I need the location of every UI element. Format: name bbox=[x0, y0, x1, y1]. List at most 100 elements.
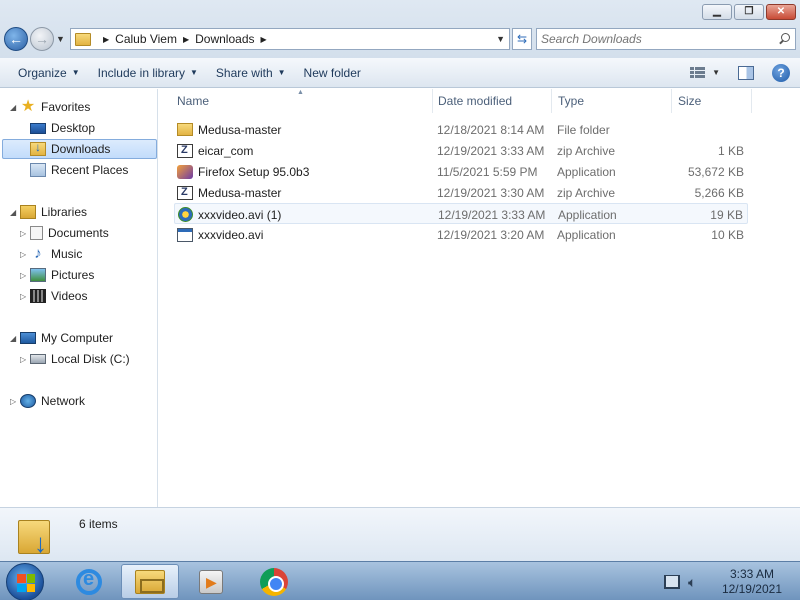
start-button[interactable] bbox=[6, 563, 44, 600]
file-row[interactable]: Medusa-master 12/18/2021 8:14 AM File fo… bbox=[174, 119, 748, 140]
sidebar-item-music[interactable]: ▷ ♪ Music bbox=[20, 244, 82, 264]
help-icon[interactable]: ? bbox=[772, 63, 790, 82]
file-row[interactable]: Firefox Setup 95.0b3 11/5/2021 5:59 PM A… bbox=[174, 161, 748, 182]
address-bar[interactable]: ▶ Calub Viem ▶ Downloads ▶ ▼ bbox=[70, 28, 510, 50]
breadcrumb-chevron-icon[interactable]: ▶ bbox=[183, 35, 189, 44]
file-row[interactable]: xxxvideo.avi (1) 12/19/2021 3:33 AM Appl… bbox=[174, 203, 748, 224]
clock-date: 12/19/2021 bbox=[721, 581, 782, 596]
refresh-icon: ⇆ bbox=[516, 32, 528, 46]
forward-button[interactable]: → bbox=[30, 27, 54, 51]
organize-menu[interactable]: Organize ▼ bbox=[9, 61, 89, 85]
pictures-icon bbox=[30, 268, 46, 282]
collapse-triangle-icon[interactable]: ◢ bbox=[10, 208, 20, 217]
sidebar-item-videos[interactable]: ▷ Videos bbox=[20, 286, 87, 306]
firefox-installer-icon bbox=[177, 164, 193, 179]
sidebar-item-documents[interactable]: ▷ Documents bbox=[20, 223, 109, 243]
search-input[interactable] bbox=[541, 32, 779, 46]
column-header-name[interactable]: Name bbox=[171, 89, 433, 113]
file-row[interactable]: eicar_com 12/19/2021 3:33 AM zip Archive… bbox=[174, 140, 748, 161]
column-header-size[interactable]: Size bbox=[672, 89, 752, 113]
file-date: 12/18/2021 8:14 AM bbox=[437, 122, 545, 137]
share-with-label: Share with bbox=[215, 65, 273, 80]
column-header-type[interactable]: Type bbox=[552, 89, 672, 113]
file-size: 10 KB bbox=[711, 227, 744, 242]
expand-triangle-icon[interactable]: ▷ bbox=[20, 355, 30, 364]
taskbar-windows-explorer[interactable] bbox=[121, 564, 179, 599]
column-header-date-modified[interactable]: Date modified bbox=[432, 89, 552, 113]
sidebar-item-desktop[interactable]: Desktop bbox=[30, 118, 95, 138]
sidebar-group-label: Network bbox=[41, 394, 86, 408]
view-options-dropdown[interactable]: ▼ bbox=[712, 68, 720, 77]
file-name-cell[interactable]: xxxvideo.avi bbox=[177, 224, 263, 245]
expand-triangle-icon[interactable]: ▷ bbox=[20, 250, 30, 259]
file-name-cell[interactable]: xxxvideo.avi (1) bbox=[178, 204, 281, 225]
sidebar-group-computer[interactable]: ◢ My Computer bbox=[10, 328, 113, 348]
maximize-button[interactable]: ❐ bbox=[734, 4, 764, 20]
change-view-icon[interactable] bbox=[690, 66, 706, 79]
forward-arrow-icon: → bbox=[35, 31, 49, 47]
chevron-down-icon: ▼ bbox=[277, 68, 286, 77]
hard-drive-icon bbox=[30, 354, 46, 364]
taskbar-media-player[interactable] bbox=[182, 564, 240, 599]
sidebar-group-label: My Computer bbox=[41, 331, 114, 345]
taskbar-internet-explorer[interactable] bbox=[60, 564, 118, 599]
volume-icon[interactable]: 🔈︎ bbox=[688, 575, 704, 589]
refresh-button[interactable]: ⇆ bbox=[512, 28, 532, 50]
collapse-triangle-icon[interactable]: ◢ bbox=[10, 334, 20, 343]
file-date: 12/19/2021 3:33 AM bbox=[438, 207, 546, 222]
zip-icon bbox=[177, 143, 193, 158]
preview-pane-icon[interactable] bbox=[738, 65, 754, 80]
sidebar-item-local-disk[interactable]: ▷ Local Disk (C:) bbox=[20, 349, 130, 369]
file-row[interactable]: xxxvideo.avi 12/19/2021 3:20 AM Applicat… bbox=[174, 224, 748, 245]
column-header-label: Type bbox=[558, 94, 585, 108]
taskbar-chrome[interactable] bbox=[245, 564, 303, 599]
column-header-label: Size bbox=[678, 94, 702, 108]
desktop-icon bbox=[30, 122, 46, 134]
file-row[interactable]: Medusa-master 12/19/2021 3:30 AM zip Arc… bbox=[174, 182, 748, 203]
minimize-button[interactable]: ▁ bbox=[702, 4, 732, 20]
search-icon[interactable] bbox=[779, 33, 791, 45]
system-tray: 🔈︎ 3:33 AM 12/19/2021 bbox=[663, 562, 800, 600]
close-icon: ✕ bbox=[776, 6, 786, 17]
star-icon: ★ bbox=[20, 98, 36, 115]
network-status-icon[interactable] bbox=[663, 574, 680, 589]
expand-triangle-icon[interactable]: ▷ bbox=[20, 292, 30, 301]
search-box[interactable] bbox=[536, 28, 796, 50]
include-in-library-menu[interactable]: Include in library ▼ bbox=[89, 61, 207, 85]
file-name: xxxvideo.avi (1) bbox=[198, 207, 282, 222]
file-type: Application bbox=[557, 164, 616, 179]
breadcrumb-downloads[interactable]: Downloads bbox=[195, 32, 254, 46]
sidebar-item-pictures[interactable]: ▷ Pictures bbox=[20, 265, 94, 285]
file-name-cell[interactable]: Medusa-master bbox=[177, 119, 281, 140]
file-name-cell[interactable]: Firefox Setup 95.0b3 bbox=[177, 161, 309, 182]
share-with-menu[interactable]: Share with ▼ bbox=[207, 61, 295, 85]
view-controls: ▼ ? bbox=[690, 63, 800, 82]
file-size: 53,672 KB bbox=[687, 164, 744, 179]
breadcrumb-chevron-icon[interactable]: ▶ bbox=[103, 35, 109, 44]
navigation-pane: ◢ ★ Favorites Desktop Downloads Recent P… bbox=[0, 89, 158, 507]
expand-triangle-icon[interactable]: ▷ bbox=[10, 397, 20, 406]
sidebar-group-network[interactable]: ▷ Network bbox=[10, 391, 85, 411]
expand-triangle-icon[interactable]: ▷ bbox=[20, 271, 30, 280]
file-name-cell[interactable]: eicar_com bbox=[177, 140, 253, 161]
breadcrumb-user[interactable]: Calub Viem bbox=[115, 32, 177, 46]
chevron-down-icon: ▼ bbox=[71, 68, 80, 77]
maximize-icon: ❐ bbox=[744, 6, 754, 17]
file-date: 11/5/2021 5:59 PM bbox=[437, 164, 538, 179]
file-name-cell[interactable]: Medusa-master bbox=[177, 182, 281, 203]
sidebar-item-downloads[interactable]: Downloads bbox=[2, 139, 157, 159]
sidebar-group-favorites[interactable]: ◢ ★ Favorites bbox=[10, 97, 90, 117]
sidebar-group-libraries[interactable]: ◢ Libraries bbox=[10, 202, 87, 222]
collapse-triangle-icon[interactable]: ◢ bbox=[10, 103, 20, 112]
new-folder-button[interactable]: New folder bbox=[295, 61, 370, 85]
breadcrumb-chevron-icon[interactable]: ▶ bbox=[261, 35, 267, 44]
taskbar: 🔈︎ 3:33 AM 12/19/2021 bbox=[0, 561, 800, 600]
back-button[interactable]: ← bbox=[4, 27, 28, 51]
close-button[interactable]: ✕ bbox=[766, 4, 796, 20]
clock[interactable]: 3:33 AM 12/19/2021 bbox=[722, 567, 782, 597]
expand-triangle-icon[interactable]: ▷ bbox=[20, 229, 30, 238]
address-dropdown[interactable]: ▼ bbox=[492, 34, 509, 44]
column-header-label: Date modified bbox=[438, 94, 513, 108]
recent-pages-dropdown[interactable]: ▼ bbox=[56, 34, 66, 44]
sidebar-item-recent-places[interactable]: Recent Places bbox=[30, 160, 128, 180]
